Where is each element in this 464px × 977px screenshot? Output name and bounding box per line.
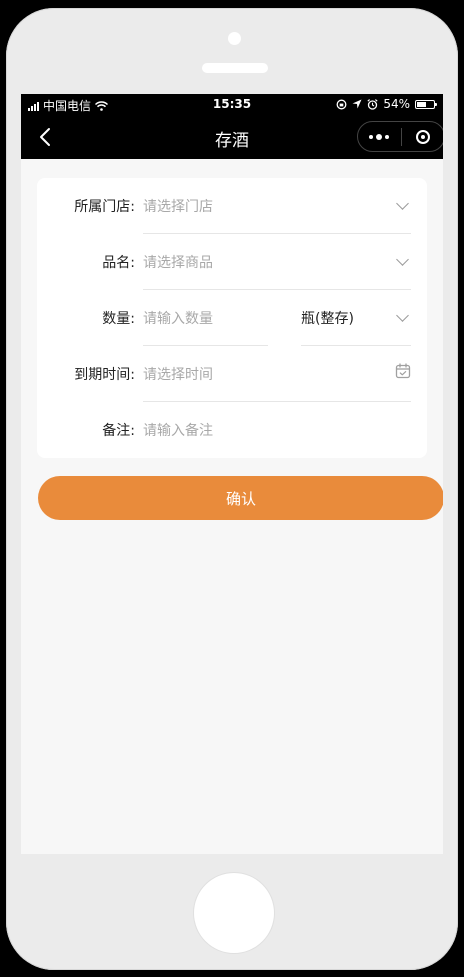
phone-frame: 中国电信 15:35 54% 存酒 所属门店: 请选择门店 品名: 请选择商品 … <box>6 8 458 970</box>
close-mini-program-button[interactable] <box>401 122 443 151</box>
expiry-label: 到期时间: <box>74 367 135 383</box>
store-select[interactable]: 请选择门店 <box>143 196 213 216</box>
remark-label: 备注: <box>102 423 135 439</box>
expiry-date-picker[interactable]: 请选择时间 <box>143 364 213 384</box>
deposit-form: 所属门店: 请选择门店 品名: 请选择商品 数量: 请输入数量 瓶(整存) 到期… <box>37 178 427 458</box>
unit-select[interactable]: 瓶(整存) <box>301 308 354 328</box>
remark-input[interactable]: 请输入备注 <box>143 420 213 440</box>
product-label: 品名: <box>102 255 135 271</box>
location-arrow-icon <box>352 99 362 109</box>
quantity-row: 数量: 请输入数量 瓶(整存) <box>37 290 427 346</box>
battery-percent: 54% <box>383 97 410 111</box>
product-row[interactable]: 品名: 请选择商品 <box>37 234 427 290</box>
more-button[interactable] <box>358 122 401 151</box>
rotation-lock-icon <box>336 99 347 109</box>
expiry-row[interactable]: 到期时间: 请选择时间 <box>37 346 427 402</box>
quantity-input[interactable]: 请输入数量 <box>143 308 213 328</box>
store-label: 所属门店: <box>74 199 135 215</box>
navigation-bar: 存酒 <box>21 115 443 159</box>
home-button[interactable] <box>194 873 274 953</box>
product-select[interactable]: 请选择商品 <box>143 252 213 272</box>
remark-row: 备注: 请输入备注 <box>37 402 427 458</box>
quantity-label: 数量: <box>102 311 135 327</box>
alarm-icon <box>367 98 378 110</box>
front-camera <box>228 32 241 45</box>
chevron-down-icon <box>396 253 409 266</box>
battery-icon <box>415 99 437 109</box>
app-screen: 中国电信 15:35 54% 存酒 所属门店: 请选择门店 品名: 请选择商品 … <box>21 94 443 854</box>
status-right: 54% <box>336 97 437 111</box>
earpiece-speaker <box>202 63 268 73</box>
confirm-button[interactable]: 确认 <box>38 476 443 520</box>
store-row[interactable]: 所属门店: 请选择门店 <box>37 178 427 234</box>
calendar-icon[interactable] <box>395 363 411 379</box>
mini-program-capsule <box>357 121 443 152</box>
target-circle-icon <box>415 129 430 144</box>
chevron-down-icon <box>396 197 409 210</box>
battery-fill <box>417 101 426 107</box>
status-bar: 中国电信 15:35 54% <box>21 94 443 115</box>
more-dots-icon <box>369 133 390 140</box>
chevron-down-icon[interactable] <box>396 309 409 322</box>
